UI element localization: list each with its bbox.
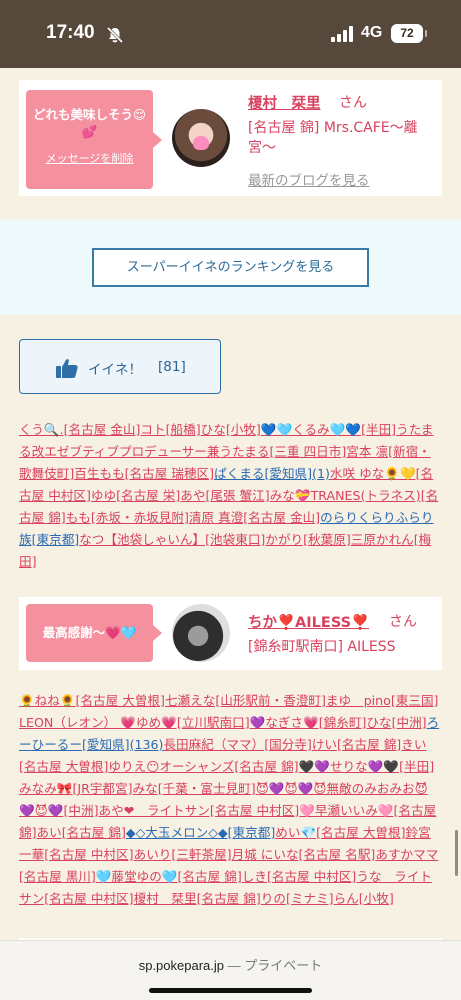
thumbs-up-icon <box>56 359 78 378</box>
ranking-section: スーパーイイネのランキングを見る <box>0 220 461 315</box>
separator: — <box>227 958 241 973</box>
sender-name-link[interactable]: ちか❣️AILESS❣️ <box>248 611 369 632</box>
liker-link[interactable]: みな[千葉・富士見町] <box>133 781 256 796</box>
liker-list: 🌻ねね🌻[名古屋 大曽根]七瀬えな[山形駅前・香澄町]まゆ pino[東三国] L… <box>19 690 443 910</box>
latest-blog-link[interactable]: 最新のブログを見る <box>248 169 370 189</box>
network-type: 4G <box>361 24 383 41</box>
message-card: どれも美味しそう😌💕 メッセージを削除 榎村 栞里 さん [名古屋 錦] Mrs… <box>19 80 442 196</box>
domain-text: sp.pokepara.jp <box>138 958 224 973</box>
like-button[interactable]: イイネ！ [81] <box>19 339 221 394</box>
liker-link[interactable]: ゆりえ😶オーシャンズ[名古屋 錦] <box>108 759 298 774</box>
liker-link[interactable]: 清原 真澄[名古屋 金山] <box>189 510 320 525</box>
like-label: イイネ！ <box>88 362 142 378</box>
liker-link[interactable]: あや❤ ライトサン[名古屋 中村区] <box>99 803 300 818</box>
liker-link[interactable]: コト[船橋] <box>140 422 200 437</box>
message-text: どれも美味しそう😌💕 <box>32 107 147 139</box>
shop-name: [名古屋 錦] Mrs.CAFE～離宮～ <box>248 120 418 156</box>
liker-link[interactable]: ひな[小牧] <box>201 422 261 437</box>
liker-link[interactable]: 七瀬えな[山形駅前・香澄町] <box>165 693 326 708</box>
liker-link[interactable]: 百生もも[名古屋 瑞穂区] <box>74 466 214 481</box>
liker-link[interactable]: 💙🩵くるみ🩵💙[半田] <box>261 422 396 437</box>
liker-link[interactable]: あい[名古屋 錦] <box>37 825 126 840</box>
honorific: さん <box>339 95 367 111</box>
liker-link[interactable]: あや[尾張 蟹江] <box>180 488 269 503</box>
liker-link[interactable]: LEON（レオン） 💗ゆめ💗[立川駅南口] <box>19 715 250 730</box>
liker-link[interactable]: くう🔍.[名古屋 金山] <box>19 422 140 437</box>
url-display[interactable]: sp.pokepara.jp — プライベート <box>0 955 461 974</box>
private-mode-label: プライベート <box>244 958 323 973</box>
liker-link[interactable]: らん[小牧] <box>334 891 394 906</box>
liker-link[interactable]: ゆゆ[名古屋 栄] <box>91 488 180 503</box>
honorific: さん <box>389 614 417 630</box>
liker-link[interactable]: なつ【池袋しゃいん】[池袋東口] <box>79 532 265 547</box>
liker-link[interactable]: 🌻ねね🌻[名古屋 大曽根] <box>19 693 165 708</box>
liker-link[interactable]: けい[名古屋 錦] <box>312 737 401 752</box>
bell-off-icon <box>106 26 124 44</box>
like-count: [81] <box>158 359 186 375</box>
avatar[interactable] <box>172 604 230 662</box>
liker-list: くう🔍.[名古屋 金山]コト[船橋]ひな[小牧]💙🩵くるみ🩵💙[半田]うたまる改… <box>19 419 443 573</box>
liker-link[interactable]: めい💎[名古屋 大曽根] <box>275 825 405 840</box>
cellular-signal-icon <box>331 26 353 42</box>
liker-link[interactable]: ぱくまる[愛知県](1) <box>214 466 330 481</box>
shop-name: [錦糸町駅南口] AILESS <box>248 639 396 655</box>
liker-link[interactable]: しき[名古屋 中村区] <box>242 869 357 884</box>
liker-link[interactable]: 🩵藤堂ゆの🩵[名古屋 錦] <box>96 869 242 884</box>
message-text: 最高感謝〜💗🩵 <box>42 625 137 640</box>
liker-link[interactable]: 長田麻紀（ママ）[国分寺] <box>163 737 311 752</box>
sender-name-link[interactable]: 榎村 栞里 <box>248 92 321 113</box>
message-card: 最高感謝〜💗🩵 ちか❣️AILESS❣️ さん [錦糸町駅南口] AILESS <box>19 597 442 670</box>
liker-link[interactable]: 月城 にいな[名古屋 名駅] <box>232 847 376 862</box>
message-bubble: 最高感謝〜💗🩵 <box>26 604 162 662</box>
liker-link[interactable]: かがり[秋葉原] <box>265 532 350 547</box>
liker-link[interactable]: 💜なぎさ💗[錦糸町] <box>250 715 367 730</box>
status-time: 17:40 <box>46 22 95 43</box>
message-bubble: どれも美味しそう😌💕 メッセージを削除 <box>26 90 162 189</box>
liker-link[interactable]: もも[赤坂・赤坂見附] <box>66 510 189 525</box>
liker-link[interactable]: まゆ pino[東三国] <box>326 693 439 708</box>
liker-link[interactable]: あいり[三軒茶屋] <box>134 847 232 862</box>
liker-link[interactable]: 🖤💜せりな💜🖤[半田] <box>299 759 435 774</box>
scrollbar[interactable] <box>455 830 458 876</box>
liker-link[interactable]: りの[ミナミ] <box>261 891 334 906</box>
heart-sticker-icon <box>193 136 209 150</box>
super-like-ranking-button[interactable]: スーパーイイネのランキングを見る <box>92 248 369 287</box>
liker-link[interactable]: みなみ🎀[JR宇都宮] <box>19 781 133 796</box>
home-indicator[interactable] <box>149 988 312 993</box>
status-bar: 17:40 4G 72 <box>0 0 461 68</box>
avatar[interactable] <box>172 109 230 167</box>
browser-url-bar[interactable]: sp.pokepara.jp — プライベート <box>0 940 461 1000</box>
battery-icon: 72 <box>391 24 427 43</box>
liker-link[interactable]: ひな[中洲] <box>366 715 426 730</box>
liker-link[interactable]: 榎村 栞里[名古屋 錦] <box>134 891 261 906</box>
delete-message-link[interactable]: メッセージを削除 <box>26 150 153 166</box>
liker-link[interactable]: ◆◇大玉メロン◇◆[東京都] <box>126 825 275 840</box>
